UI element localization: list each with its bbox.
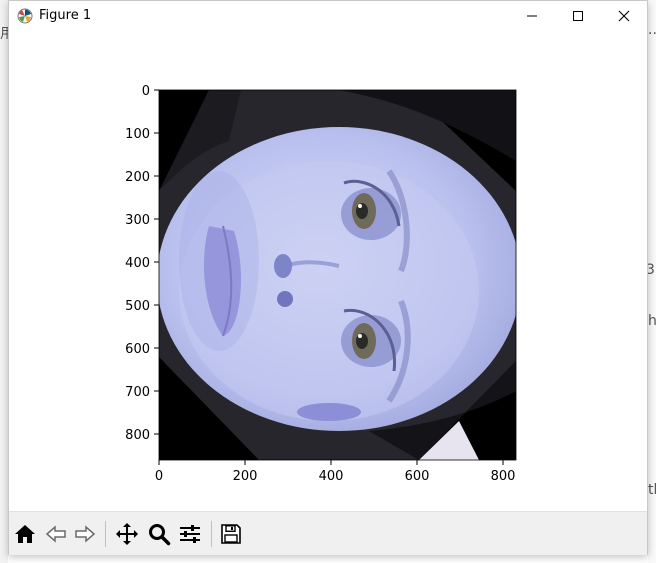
minimize-button[interactable]	[509, 1, 555, 31]
y-tick-label: 400	[125, 256, 150, 271]
y-tick-label: 800	[125, 428, 150, 443]
x-tick-label: 0	[155, 469, 163, 484]
y-tick-label: 200	[125, 170, 150, 185]
matplotlib-logo-icon	[17, 8, 33, 24]
background-app-left-edge	[0, 0, 8, 563]
back-button[interactable]	[42, 520, 70, 548]
y-tick-label: 0	[142, 84, 150, 99]
title-bar[interactable]: Figure 1	[9, 1, 647, 31]
window-title: Figure 1	[39, 8, 92, 23]
background-glyph: th	[648, 482, 656, 498]
zoom-icon	[149, 524, 171, 546]
y-tick-label: 700	[125, 385, 150, 400]
pan-button[interactable]	[113, 520, 141, 548]
forward-arrow-icon	[75, 525, 96, 543]
x-tick-label: 200	[233, 469, 258, 484]
toolbar-separator	[105, 521, 106, 547]
axes-svg: 0 200 400 600 800 0 100 200 300 400 500 …	[125, 84, 517, 484]
save-icon	[221, 524, 241, 544]
close-icon	[618, 10, 630, 22]
minimize-icon	[527, 15, 537, 17]
zoom-button[interactable]	[145, 520, 173, 548]
save-button[interactable]	[217, 520, 245, 548]
figure-canvas[interactable]: 0 200 400 600 800 0 100 200 300 400 500 …	[9, 31, 647, 511]
x-axis: 0 200 400 600 800	[155, 460, 516, 484]
face-image	[159, 90, 516, 460]
toolbar-separator	[211, 521, 212, 547]
home-icon	[15, 525, 35, 543]
maximize-button[interactable]	[555, 1, 601, 31]
close-button[interactable]	[601, 1, 647, 31]
x-tick-label: 800	[491, 469, 516, 484]
move-icon	[116, 523, 138, 545]
x-tick-label: 400	[319, 469, 344, 484]
forward-button[interactable]	[71, 520, 99, 548]
navigation-toolbar	[9, 511, 647, 555]
sliders-icon	[180, 525, 200, 543]
back-arrow-icon	[45, 525, 66, 543]
y-tick-label: 600	[125, 342, 150, 357]
figure-window: Figure 1 0 200 400 600 800 0 100 200 300…	[8, 0, 648, 555]
maximize-icon	[573, 11, 583, 21]
home-button[interactable]	[11, 520, 39, 548]
background-glyph: ...	[648, 22, 656, 38]
background-glyph: h	[648, 313, 656, 329]
x-tick-label: 600	[405, 469, 430, 484]
y-tick-label: 100	[125, 127, 150, 142]
y-tick-label: 300	[125, 213, 150, 228]
y-axis: 0 100 200 300 400 500 600 700 800	[125, 84, 159, 443]
y-tick-label: 500	[125, 299, 150, 314]
background-app-right-edge	[648, 0, 656, 563]
configure-subplots-button[interactable]	[176, 520, 204, 548]
